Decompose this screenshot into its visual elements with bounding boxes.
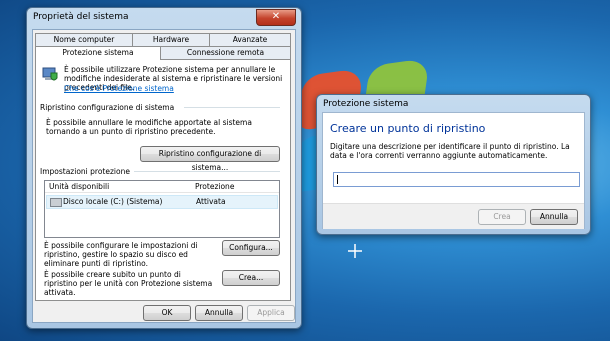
drive-name: Disco locale (C:) (Sistema) [63,197,163,206]
ok-button[interactable]: OK [143,305,191,321]
tab-panel: È possibile utilizzare Protezione sistem… [35,59,291,301]
create-confirm-button[interactable]: Crea [478,209,526,225]
dialog-footer: Crea Annulla [323,203,584,229]
config-description: È possibile configurare le impostazioni … [44,241,198,268]
configure-button[interactable]: Configura... [222,240,280,256]
drives-list-header: Unità disponibili Protezione [45,181,279,193]
drives-list[interactable]: Unità disponibili Protezione Disco local… [44,180,280,238]
create-restore-point-dialog: Protezione sistema Creare un punto di ri… [316,94,591,235]
create-description: È possibile creare subito un punto di ri… [44,270,213,297]
window-client: Nome computer Hardware Avanzate Protezio… [32,29,296,323]
restore-description: È possibile annullare le modifiche appor… [46,118,252,136]
dialog-client: Creare un punto di ripristino Digitare u… [322,112,585,229]
restore-group-label: Ripristino configurazione di sistema [40,103,175,112]
create-button[interactable]: Crea... [222,270,280,286]
text-cursor [337,175,338,184]
settings-group-label: Impostazioni protezione [40,167,130,176]
apply-button[interactable]: Applica [247,305,295,321]
dialog-description: Digitare una descrizione per identificar… [330,142,570,160]
tab-connessione-remota[interactable]: Connessione remota [160,46,291,59]
window-title: Proprietà del sistema [33,12,129,22]
system-protection-icon [42,65,58,83]
system-restore-button[interactable]: Ripristino configurazione di sistema... [140,146,280,172]
tab-nome-computer[interactable]: Nome computer [35,33,133,46]
tab-protezione-sistema[interactable]: Protezione sistema [35,46,161,60]
dialog-title: Protezione sistema [323,99,409,109]
restore-point-description-input[interactable] [333,172,580,187]
what-is-system-protection-link[interactable]: Che cos'è Protezione sistema [64,84,174,93]
column-protection[interactable]: Protezione [195,182,234,191]
dialog-cancel-button[interactable]: Annulla [530,209,578,225]
drive-row[interactable]: Disco locale (C:) (Sistema) Attivata [46,195,278,209]
drive-protection-status: Attivata [196,197,226,206]
tab-avanzate[interactable]: Avanzate [209,33,291,46]
system-properties-window: Proprietà del sistema ✕ Nome computer Ha… [26,7,302,329]
dialog-heading: Creare un punto di ripristino [330,122,486,135]
tab-hardware[interactable]: Hardware [132,33,210,46]
cancel-button[interactable]: Annulla [195,305,243,321]
restore-group-divider [184,107,280,108]
close-button[interactable]: ✕ [256,9,296,26]
column-drives[interactable]: Unità disponibili [49,182,109,191]
mouse-cursor-icon [348,244,362,258]
settings-group-divider [134,171,280,172]
drive-icon [50,198,62,207]
